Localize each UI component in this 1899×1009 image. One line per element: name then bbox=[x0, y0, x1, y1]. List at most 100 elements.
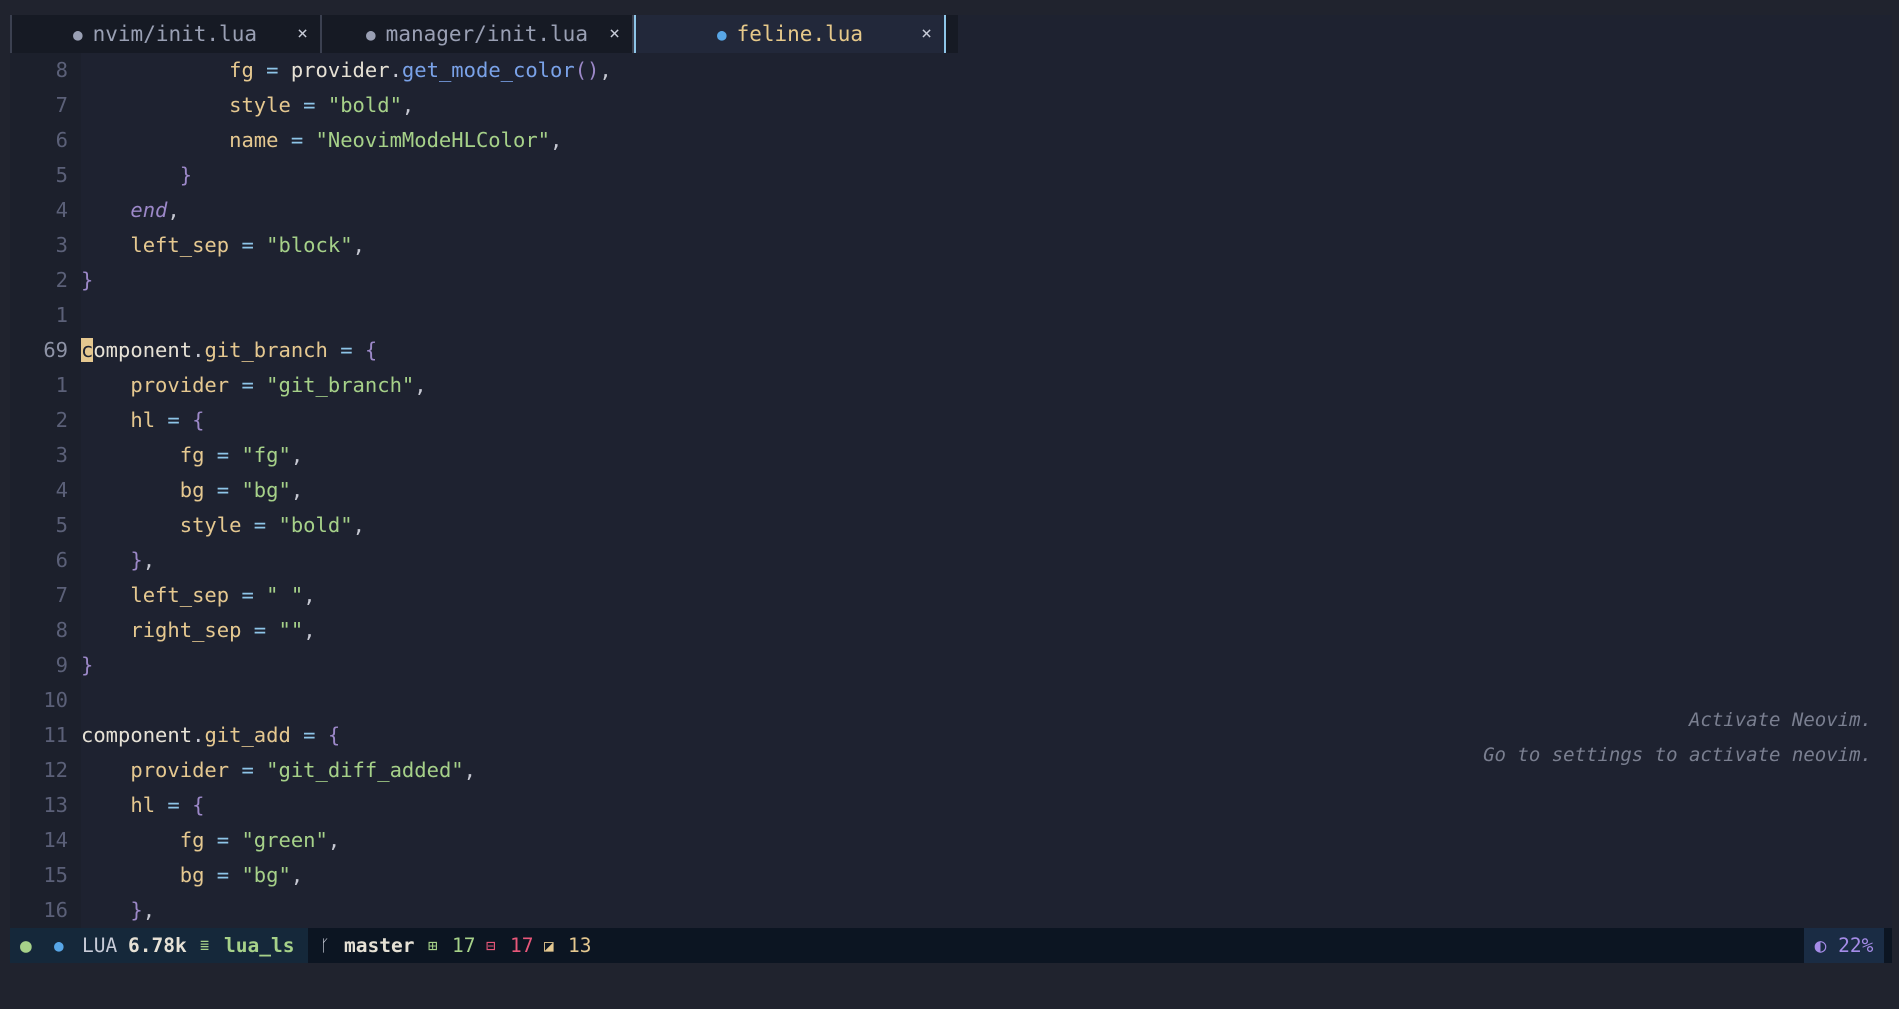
code-token: "bg" bbox=[241, 863, 291, 887]
code-line[interactable]: 11 component.git_add = { bbox=[10, 718, 1892, 753]
code-text: fg = "fg", bbox=[81, 438, 303, 473]
code-token: = bbox=[229, 233, 267, 257]
git-changed-count: 13 bbox=[568, 934, 592, 957]
code-token: "bg" bbox=[241, 478, 291, 502]
code-text: bg = "bg", bbox=[81, 858, 303, 893]
code-line[interactable]: 3 left_sep = "block", bbox=[10, 228, 1892, 263]
close-icon[interactable]: × bbox=[921, 23, 932, 44]
close-icon[interactable]: × bbox=[297, 23, 308, 44]
code-token: name bbox=[229, 128, 279, 152]
code-line[interactable]: 7 style = "bold", bbox=[10, 88, 1892, 123]
code-token: , bbox=[550, 128, 563, 152]
code-token: = bbox=[204, 828, 242, 852]
git-branch-label[interactable]: master bbox=[344, 928, 414, 963]
code-token: { bbox=[364, 338, 378, 362]
progress-percent: 22% bbox=[1838, 934, 1874, 957]
code-text: }, bbox=[81, 893, 155, 928]
code-token: get_mode_color bbox=[401, 58, 575, 82]
code-text: style = "bold", bbox=[81, 508, 365, 543]
line-number: 2 bbox=[55, 408, 68, 432]
code-line[interactable]: 14 fg = "green", bbox=[10, 823, 1892, 858]
code-text: left_sep = "block", bbox=[81, 228, 365, 263]
code-token: "block" bbox=[266, 233, 353, 257]
code-token: , bbox=[142, 898, 156, 922]
code-token: right_sep bbox=[130, 618, 242, 642]
code-line[interactable]: 16 }, bbox=[10, 893, 1892, 928]
git-branch-icon: ᚴ bbox=[320, 936, 330, 955]
code-line[interactable]: 2} bbox=[10, 263, 1892, 298]
code-token: omponent bbox=[93, 338, 193, 362]
neovim-window: ● nvim/init.lua × ● manager/init.lua × ● feline… bbox=[10, 15, 1892, 963]
code-line[interactable]: 13 hl = { bbox=[10, 788, 1892, 823]
code-line[interactable]: 8 right_sep = "", bbox=[10, 613, 1892, 648]
code-token: } bbox=[179, 163, 193, 187]
line-number: 69 bbox=[43, 338, 68, 362]
tab-nvim-init-lua[interactable]: ● nvim/init.lua × bbox=[10, 15, 322, 53]
code-text: component.git_branch = { bbox=[81, 333, 377, 368]
code-token: , bbox=[352, 233, 365, 257]
code-line[interactable]: 7 left_sep = " ", bbox=[10, 578, 1892, 613]
code-token: = bbox=[278, 128, 316, 152]
code-line[interactable]: 5 } bbox=[10, 158, 1892, 193]
lsp-client-label[interactable]: lua_ls bbox=[224, 928, 294, 963]
code-token: "git_branch" bbox=[266, 373, 415, 397]
code-line[interactable]: 4 bg = "bg", bbox=[10, 473, 1892, 508]
code-line[interactable]: 15 bg = "bg", bbox=[10, 858, 1892, 893]
code-token: , bbox=[167, 198, 180, 222]
code-line[interactable]: 9} bbox=[10, 648, 1892, 683]
editor-pane[interactable]: Activate Neovim. Go to settings to activ… bbox=[10, 53, 1892, 928]
code-line[interactable]: 69 component.git_branch = { bbox=[10, 333, 1892, 368]
code-line[interactable]: 4 end, bbox=[10, 193, 1892, 228]
code-line[interactable]: 6 }, bbox=[10, 543, 1892, 578]
line-number: 9 bbox=[55, 653, 68, 677]
tab-manager-init-lua[interactable]: ● manager/init.lua × bbox=[322, 15, 634, 53]
git-removed-count: 17 bbox=[510, 934, 534, 957]
line-number: 5 bbox=[55, 513, 68, 537]
line-number: 7 bbox=[55, 583, 68, 607]
code-token: end bbox=[130, 198, 168, 222]
code-token: = bbox=[155, 408, 193, 432]
code-line[interactable]: 10 bbox=[10, 683, 1892, 718]
line-number: 16 bbox=[43, 898, 68, 922]
code-token: , bbox=[352, 513, 365, 537]
code-token: , bbox=[463, 758, 476, 782]
tab-feline-lua[interactable]: ● feline.lua × bbox=[634, 15, 946, 53]
code-token: { bbox=[192, 408, 205, 432]
line-number: 11 bbox=[43, 723, 68, 747]
line-number: 4 bbox=[55, 478, 68, 502]
close-icon[interactable]: × bbox=[609, 23, 620, 44]
code-text: name = "NeovimModeHLColor", bbox=[81, 123, 562, 158]
line-number: 8 bbox=[55, 618, 68, 642]
code-token: , bbox=[290, 443, 304, 467]
code-line[interactable]: 1 bbox=[10, 298, 1892, 333]
code-text: fg = provider.get_mode_color(), bbox=[81, 53, 612, 88]
code-line[interactable]: 2 hl = { bbox=[10, 403, 1892, 438]
code-line[interactable]: 12 provider = "git_diff_added", bbox=[10, 753, 1892, 788]
code-line[interactable]: 8 fg = provider.get_mode_color(), bbox=[10, 53, 1892, 88]
code-token: hl bbox=[130, 793, 156, 817]
code-token: fg bbox=[179, 443, 205, 467]
code-line[interactable]: 5 style = "bold", bbox=[10, 508, 1892, 543]
code-text: hl = { bbox=[81, 788, 204, 823]
lua-file-icon: ● bbox=[54, 936, 64, 955]
code-line[interactable]: 6 name = "NeovimModeHLColor", bbox=[10, 123, 1892, 158]
line-number: 2 bbox=[55, 268, 68, 292]
code-line[interactable]: 1 provider = "git_branch", bbox=[10, 368, 1892, 403]
line-number: 8 bbox=[55, 58, 68, 82]
lua-file-icon: ● bbox=[366, 24, 376, 44]
line-number: 12 bbox=[43, 758, 68, 782]
code-line[interactable]: 3 fg = "fg", bbox=[10, 438, 1892, 473]
code-token: , bbox=[599, 58, 612, 82]
line-number: 15 bbox=[43, 863, 68, 887]
git-added-icon: ⊞ bbox=[428, 936, 438, 955]
